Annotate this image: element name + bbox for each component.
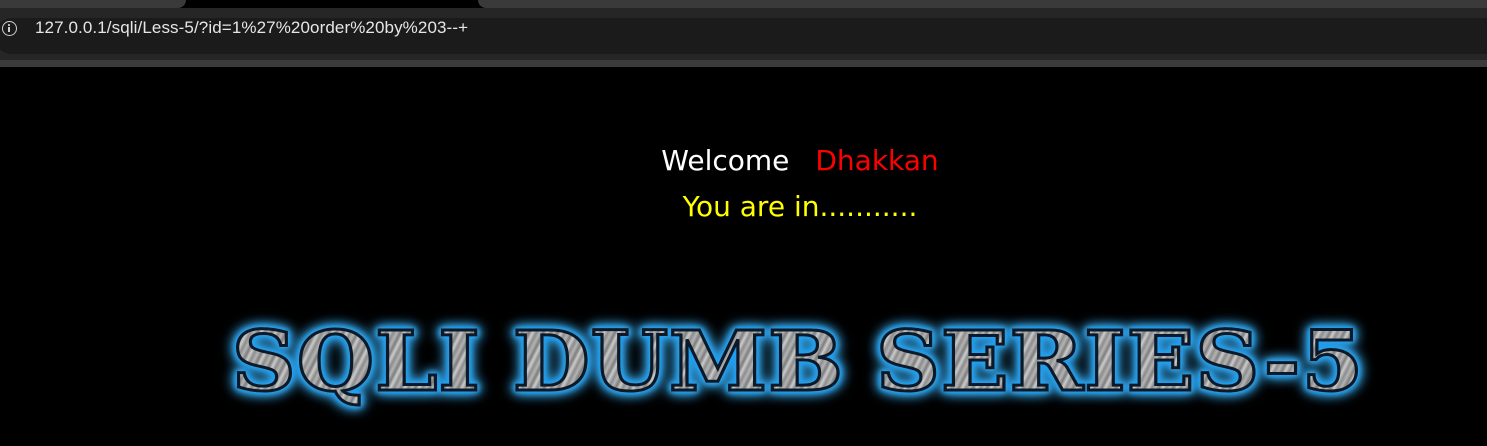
info-icon[interactable] [2,21,17,36]
banner-title: SQLI DUMB SERIES-5 [128,312,1467,412]
series-banner: SQLI DUMB SERIES-5 [178,312,1418,412]
user-name: Dhakkan [815,144,939,177]
url-text[interactable]: 127.0.0.1/sqli/Less-5/?id=1%27%20order%2… [35,18,468,38]
toolbar-divider [0,60,1487,67]
tab-left[interactable] [0,0,186,8]
tab-strip [0,0,1487,8]
welcome-label: Welcome [661,144,790,177]
login-status-message: You are in........... [682,190,918,223]
tab-right[interactable] [478,0,1487,8]
welcome-line: Welcome Dhakkan [0,144,1487,177]
